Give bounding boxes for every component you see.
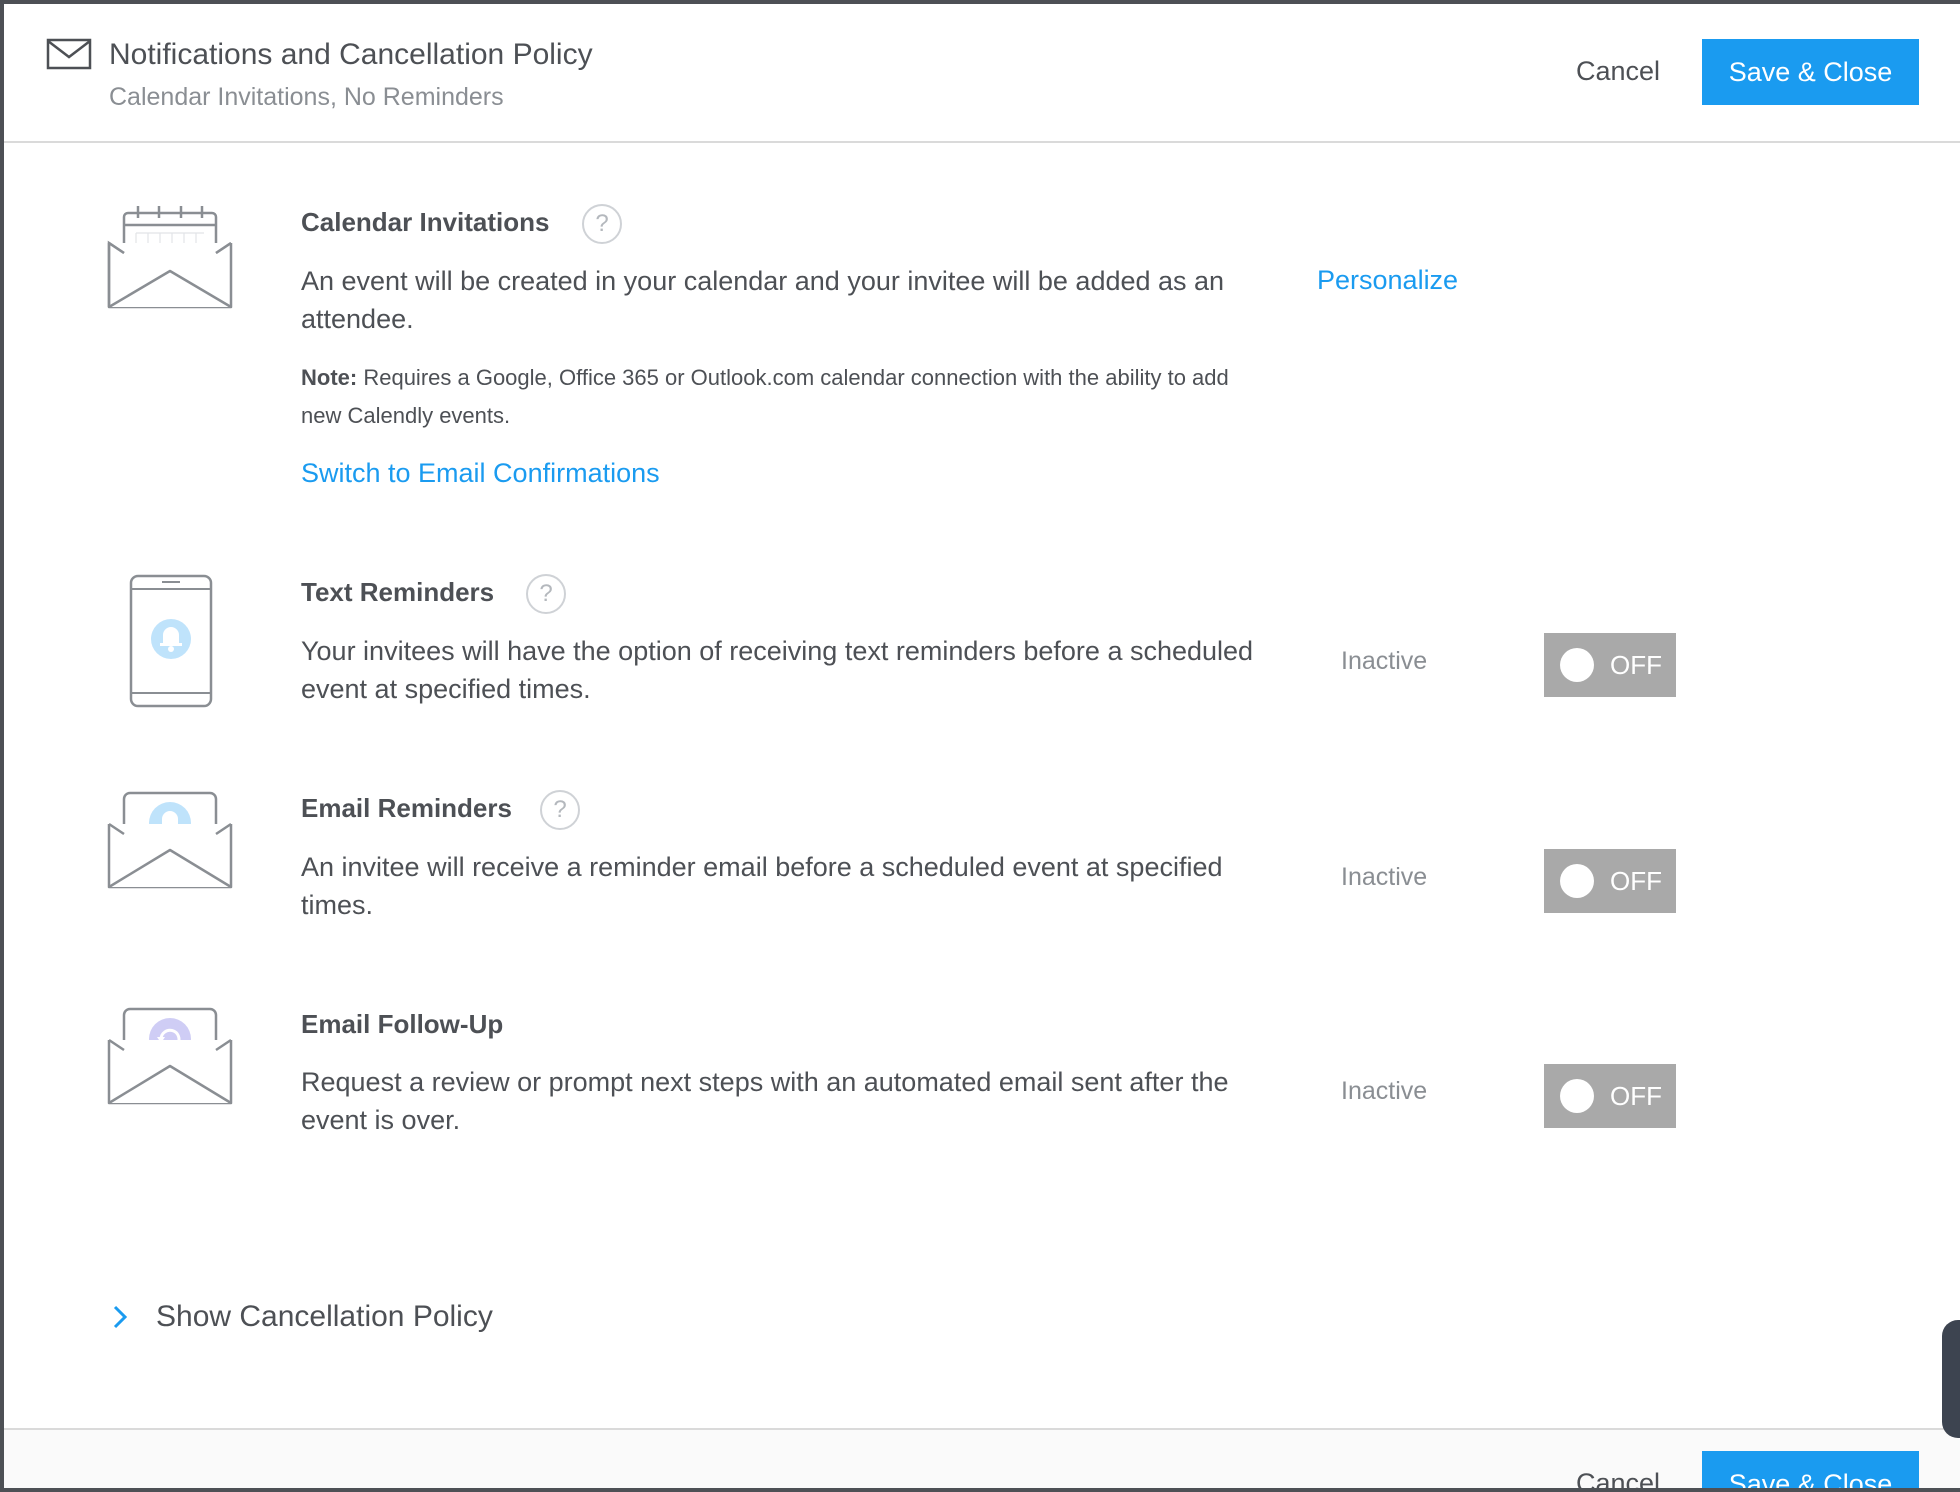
toggle-knob (1560, 864, 1594, 898)
calendar-invitations-description: An event will be created in your calenda… (301, 266, 1225, 334)
email-reminders-status: Inactive (1341, 863, 1428, 891)
chevron-right-icon (113, 1305, 128, 1329)
email-reminders-title: Email Reminders (301, 793, 512, 823)
calendar-invitations-title: Calendar Invitations (301, 207, 550, 237)
page-subtitle: Calendar Invitations, No Reminders (109, 83, 504, 111)
help-icon[interactable]: ? (526, 574, 566, 614)
modal-border (0, 1488, 1960, 1492)
envelope-bell-icon (107, 791, 233, 889)
switch-to-email-confirmations-link[interactable]: Switch to Email Confirmations (301, 458, 660, 489)
toggle-label: OFF (1610, 866, 1662, 896)
text-reminders-description: Your invitees will have the option of re… (301, 636, 1254, 704)
calendar-envelope-icon (107, 206, 233, 309)
calendar-note: Note: Requires a Google, Office 365 or O… (301, 359, 1261, 435)
note-label: Note: (301, 365, 358, 390)
help-icon[interactable]: ? (540, 790, 580, 830)
email-follow-up-status: Inactive (1341, 1077, 1428, 1105)
footer-cancel-button[interactable]: Cancel (1576, 1468, 1660, 1488)
cancel-button[interactable]: Cancel (1576, 56, 1660, 87)
side-scroll-handle[interactable] (1942, 1320, 1960, 1438)
show-cancellation-policy-label: Show Cancellation Policy (156, 1300, 493, 1333)
toggle-label: OFF (1610, 1081, 1662, 1111)
help-icon[interactable]: ? (582, 204, 622, 244)
modal-header: Notifications and Cancellation Policy Ca… (4, 4, 1960, 143)
toggle-knob (1560, 1079, 1594, 1113)
text-reminders-toggle[interactable]: OFF (1544, 633, 1676, 697)
modal-footer: Cancel Save & Close (4, 1428, 1960, 1488)
footer-save-close-button[interactable]: Save & Close (1702, 1451, 1919, 1488)
toggle-label: OFF (1610, 650, 1662, 680)
text-reminders-title: Text Reminders (301, 577, 495, 607)
personalize-link[interactable]: Personalize (1317, 265, 1458, 296)
envelope-icon (46, 38, 92, 70)
email-follow-up-description: Request a review or prompt next steps wi… (301, 1067, 1229, 1135)
envelope-refresh-icon (107, 1007, 233, 1105)
phone-bell-icon (129, 574, 213, 708)
show-cancellation-policy[interactable]: Show Cancellation Policy (110, 1300, 493, 1334)
page-title: Notifications and Cancellation Policy (109, 38, 593, 71)
modal-frame (0, 0, 1960, 1492)
email-reminders-description: An invitee will receive a reminder email… (301, 852, 1223, 920)
note-text: Requires a Google, Office 365 or Outlook… (301, 365, 1229, 428)
toggle-knob (1560, 648, 1594, 682)
email-follow-up-title: Email Follow-Up (301, 1009, 504, 1039)
email-follow-up-toggle[interactable]: OFF (1544, 1064, 1676, 1128)
text-reminders-status: Inactive (1341, 647, 1428, 675)
email-reminders-toggle[interactable]: OFF (1544, 849, 1676, 913)
save-close-button[interactable]: Save & Close (1702, 39, 1919, 105)
